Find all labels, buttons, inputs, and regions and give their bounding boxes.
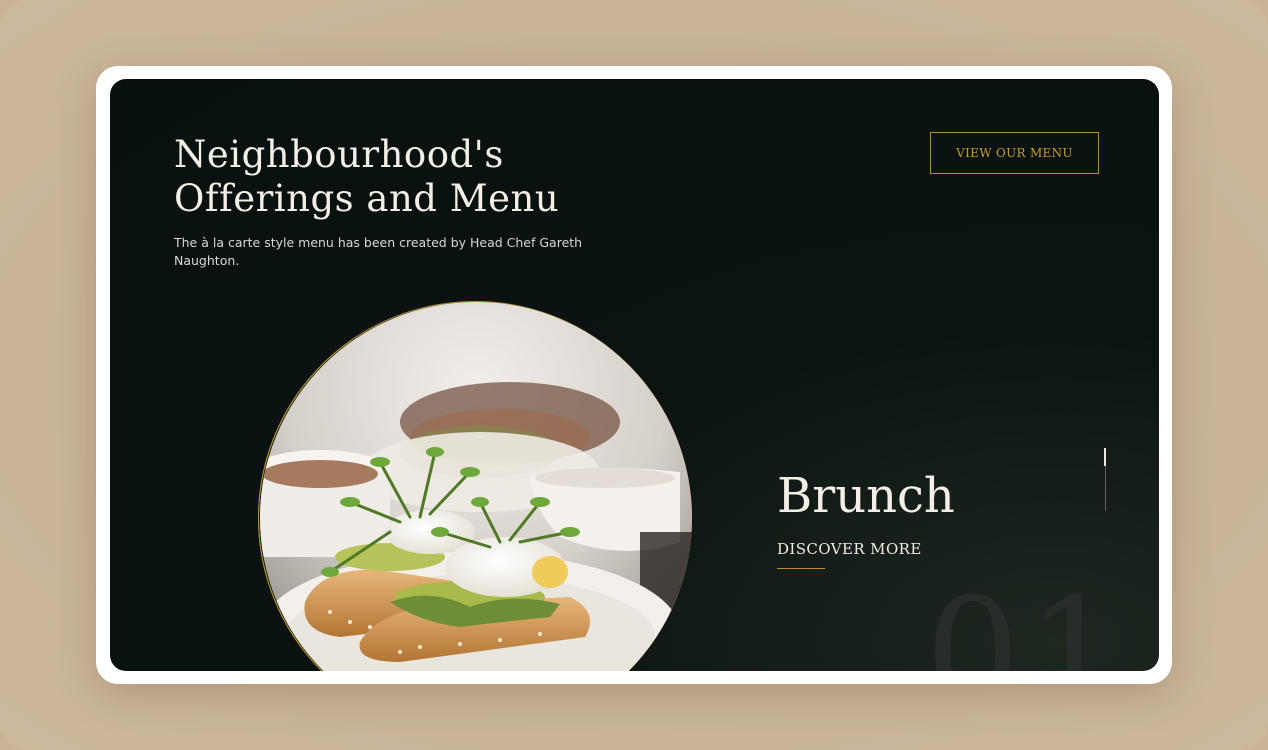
- hero-section: Neighbourhood's Offerings and Menu The à…: [110, 79, 1159, 671]
- slide-number: 01: [925, 567, 1128, 671]
- slider-progress-fill: [1104, 448, 1106, 466]
- view-menu-button[interactable]: VIEW OUR MENU: [930, 132, 1099, 174]
- slide-title: Brunch: [777, 468, 955, 524]
- page-subtitle: The à la carte style menu has been creat…: [174, 235, 583, 268]
- title-line-1: Neighbourhood's: [174, 133, 504, 176]
- discover-more-link[interactable]: DISCOVER MORE: [777, 540, 922, 558]
- discover-underline: [777, 568, 825, 569]
- title-line-2: Offerings and Menu: [174, 177, 560, 220]
- page-title: Neighbourhood's Offerings and Menu: [174, 133, 559, 221]
- decorative-gold-ring-overlay: [223, 266, 727, 671]
